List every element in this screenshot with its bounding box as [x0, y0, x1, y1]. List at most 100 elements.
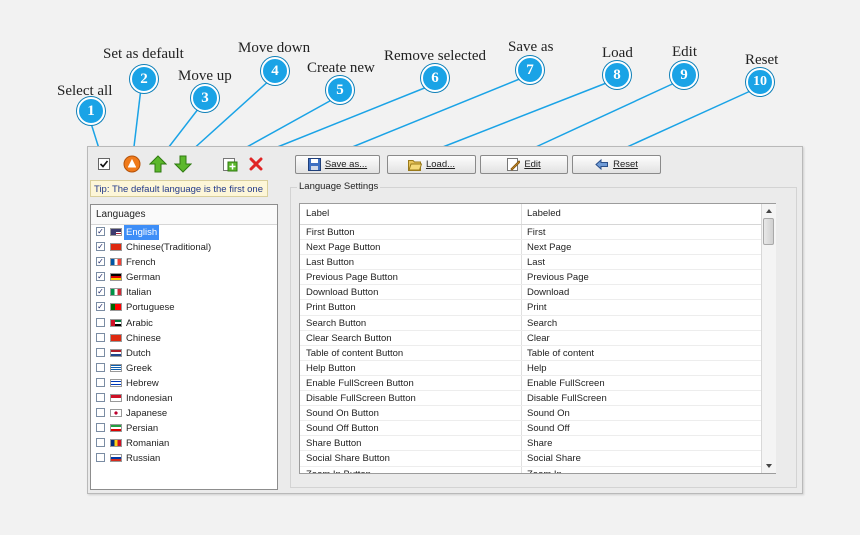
- settings-row[interactable]: Disable FullScreen Button Disable FullScr…: [300, 391, 775, 407]
- language-checkbox[interactable]: ✓: [96, 272, 105, 282]
- remove-x-icon[interactable]: [247, 155, 265, 173]
- load-button[interactable]: Load...: [387, 155, 476, 174]
- reset-button[interactable]: Reset: [572, 155, 661, 174]
- setting-labeled-cell[interactable]: Print: [522, 300, 775, 314]
- scroll-up-arrow-icon[interactable]: [763, 206, 775, 216]
- setting-labeled-cell[interactable]: Help: [522, 361, 775, 375]
- move-up-arrow-icon[interactable]: [149, 155, 167, 173]
- setting-labeled-cell[interactable]: Search: [522, 316, 775, 330]
- setting-label-cell[interactable]: Print Button: [300, 300, 522, 315]
- language-row[interactable]: Romanian: [91, 436, 277, 451]
- settings-row[interactable]: Sound On Button Sound On: [300, 406, 775, 422]
- language-row[interactable]: Chinese: [91, 331, 277, 346]
- setting-label-cell[interactable]: First Button: [300, 225, 522, 240]
- language-checkbox[interactable]: [96, 377, 105, 387]
- setting-label-cell[interactable]: Sound On Button: [300, 406, 522, 421]
- settings-row[interactable]: Search Button Search: [300, 315, 775, 331]
- setting-label-cell[interactable]: Share Button: [300, 436, 522, 451]
- setting-label-cell[interactable]: Zoom In Button: [300, 466, 522, 473]
- language-row[interactable]: ✓ Portuguese: [91, 300, 277, 315]
- language-checkbox[interactable]: [96, 347, 105, 357]
- setting-label-cell[interactable]: Last Button: [300, 255, 522, 270]
- setting-label-cell[interactable]: Social Share Button: [300, 451, 522, 466]
- language-row[interactable]: ✓ French: [91, 255, 277, 270]
- language-checkbox[interactable]: [96, 408, 105, 418]
- language-checkbox[interactable]: ✓: [96, 302, 105, 312]
- settings-row[interactable]: First Button First: [300, 225, 775, 241]
- language-row[interactable]: ✓ German: [91, 270, 277, 285]
- language-checkbox[interactable]: ✓: [96, 227, 105, 236]
- setting-labeled-cell[interactable]: Sound Off: [522, 421, 775, 435]
- setting-labeled-cell[interactable]: Next Page: [522, 240, 775, 254]
- language-row[interactable]: Russian: [91, 451, 277, 466]
- setting-labeled-cell[interactable]: Table of content: [522, 346, 775, 360]
- settings-row[interactable]: Enable FullScreen Button Enable FullScree…: [300, 375, 775, 392]
- setting-labeled-cell[interactable]: Download: [522, 285, 775, 299]
- edit-button[interactable]: Edit: [480, 155, 568, 174]
- language-checkbox[interactable]: [96, 317, 105, 327]
- settings-row[interactable]: Print Button Print: [300, 300, 775, 316]
- setting-labeled-cell[interactable]: Share: [522, 436, 775, 450]
- language-row[interactable]: Greek: [91, 361, 277, 376]
- setting-label-cell[interactable]: Enable FullScreen Button: [300, 375, 522, 391]
- create-new-icon[interactable]: [221, 155, 239, 173]
- language-checkbox[interactable]: ✓: [96, 242, 105, 252]
- settings-row[interactable]: Sound Off Button Sound Off: [300, 421, 775, 437]
- language-checkbox[interactable]: [96, 362, 105, 372]
- setting-labeled-cell[interactable]: First: [522, 225, 775, 239]
- settings-scrollbar[interactable]: [761, 204, 776, 473]
- scrollbar-thumb[interactable]: [763, 218, 774, 245]
- setting-label-cell[interactable]: Table of content Button: [300, 345, 522, 360]
- column-header-labeled[interactable]: Labeled: [522, 204, 775, 224]
- setting-labeled-cell[interactable]: Sound On: [522, 406, 775, 420]
- move-down-arrow-icon[interactable]: [174, 155, 192, 173]
- settings-row[interactable]: Zoom In Button Zoom In: [300, 466, 775, 474]
- settings-row[interactable]: Share Button Share: [300, 436, 775, 452]
- setting-labeled-cell[interactable]: Zoom In: [522, 467, 775, 474]
- language-row[interactable]: Japanese: [91, 406, 277, 421]
- language-checkbox[interactable]: [96, 332, 105, 342]
- setting-labeled-cell[interactable]: Last: [522, 255, 775, 269]
- setting-label-cell[interactable]: Search Button: [300, 315, 522, 330]
- setting-labeled-cell[interactable]: Disable FullScreen: [522, 391, 775, 405]
- language-checkbox[interactable]: ✓: [96, 257, 105, 267]
- language-checkbox[interactable]: ✓: [96, 287, 105, 297]
- language-row[interactable]: ✓ Chinese(Traditional): [91, 240, 277, 255]
- setting-label-cell[interactable]: Previous Page Button: [300, 270, 522, 285]
- select-all-checkbox-icon[interactable]: [95, 155, 113, 173]
- settings-row[interactable]: Next Page Button Next Page: [300, 240, 775, 256]
- save-as-button[interactable]: Save as...: [295, 155, 380, 174]
- language-row[interactable]: Persian: [91, 421, 277, 436]
- settings-row[interactable]: Last Button Last: [300, 255, 775, 271]
- setting-label-cell[interactable]: Clear Search Button: [300, 330, 522, 345]
- language-checkbox[interactable]: [96, 453, 105, 463]
- language-checkbox[interactable]: [96, 423, 105, 433]
- setting-labeled-cell[interactable]: Clear: [522, 331, 775, 345]
- language-row[interactable]: Arabic: [91, 316, 277, 331]
- settings-row[interactable]: Download Button Download: [300, 285, 775, 301]
- column-header-label[interactable]: Label: [300, 204, 522, 224]
- settings-row[interactable]: Help Button Help: [300, 360, 775, 376]
- language-row[interactable]: Hebrew: [91, 376, 277, 391]
- language-row[interactable]: ✓ Italian: [91, 285, 277, 300]
- language-row[interactable]: Dutch: [91, 346, 277, 361]
- language-row[interactable]: ✓ English: [91, 225, 277, 240]
- settings-row[interactable]: Previous Page Button Previous Page: [300, 270, 775, 286]
- setting-labeled-cell[interactable]: Social Share: [522, 451, 775, 465]
- setting-label-cell[interactable]: Download Button: [300, 285, 522, 300]
- setting-label-cell[interactable]: Disable FullScreen Button: [300, 391, 522, 406]
- setting-labeled-cell[interactable]: Previous Page: [522, 270, 775, 284]
- settings-row[interactable]: Clear Search Button Clear: [300, 330, 775, 346]
- settings-row[interactable]: Social Share Button Social Share: [300, 451, 775, 467]
- setting-label-cell[interactable]: Sound Off Button: [300, 421, 522, 436]
- language-checkbox[interactable]: [96, 438, 105, 448]
- setting-label-cell[interactable]: Next Page Button: [300, 240, 522, 255]
- setting-label-cell[interactable]: Help Button: [300, 360, 522, 375]
- settings-grid[interactable]: Label Labeled First Button First Next Page…: [299, 203, 776, 474]
- scroll-down-arrow-icon[interactable]: [763, 461, 775, 471]
- settings-row[interactable]: Table of content Button Table of content: [300, 345, 775, 361]
- language-row[interactable]: Indonesian: [91, 391, 277, 406]
- languages-list[interactable]: Languages ✓ English ✓ Chinese(Traditional) ✓…: [90, 204, 278, 490]
- setting-labeled-cell[interactable]: Enable FullScreen: [522, 376, 775, 390]
- language-checkbox[interactable]: [96, 393, 105, 403]
